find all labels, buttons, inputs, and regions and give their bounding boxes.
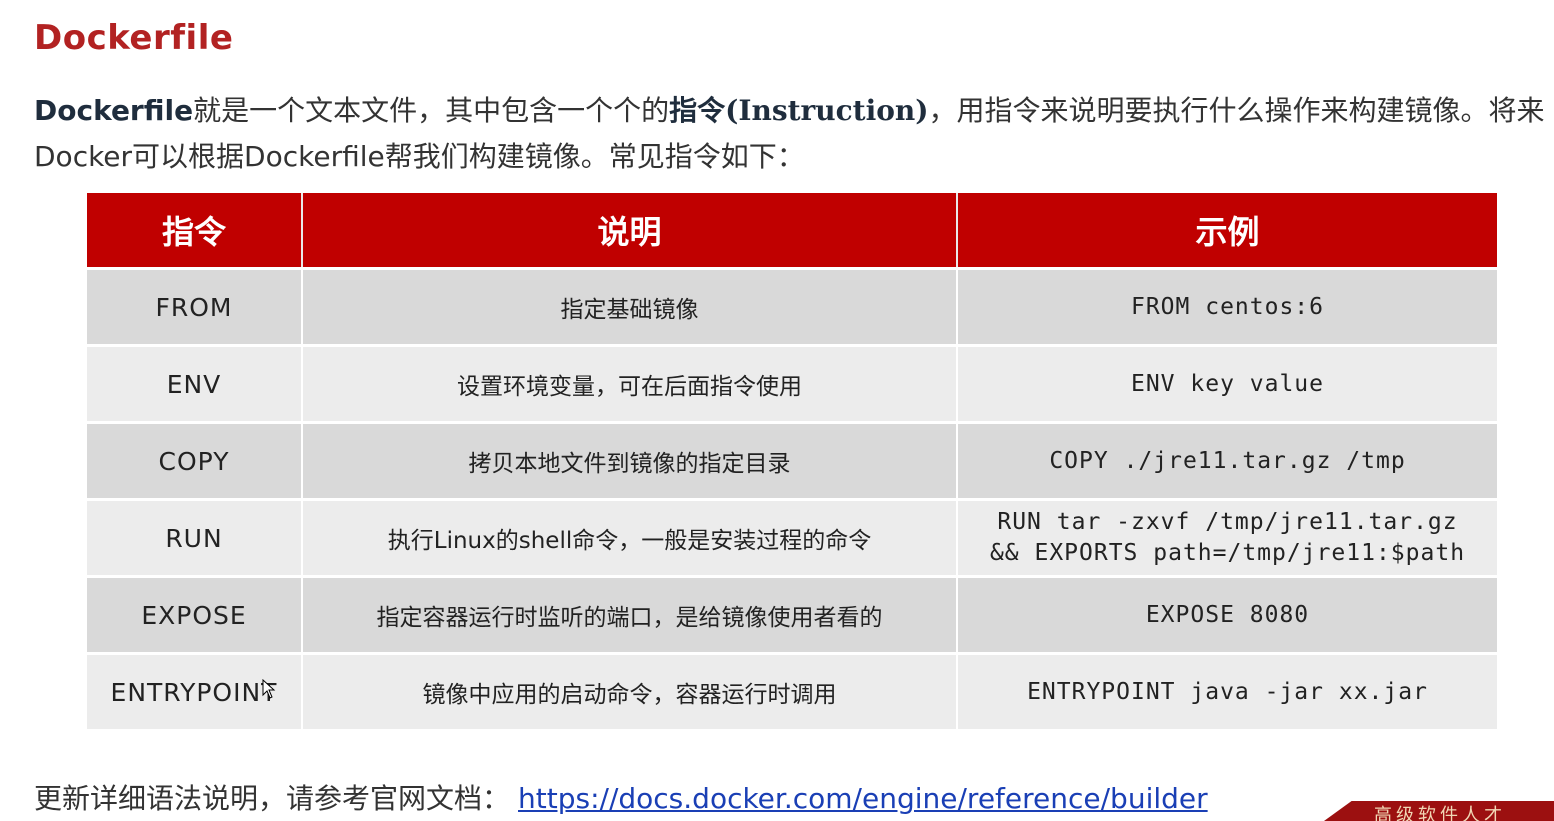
- cell-description: 指定基础镜像: [302, 267, 958, 346]
- table-row: ENV 设置环境变量，可在后面指令使用 ENV key value: [87, 344, 1497, 423]
- footer-text: 更新详细语法说明，请参考官网文档：: [34, 782, 511, 815]
- table-row: FROM 指定基础镜像 FROM centos:6: [87, 267, 1497, 346]
- cell-description: 镜像中应用的启动命令，容器运行时调用: [302, 652, 958, 729]
- cell-example: ENTRYPOINT java -jar xx.jar: [957, 652, 1497, 729]
- intro-text-1: 就是一个文本文件，其中包含一个个的: [193, 94, 670, 127]
- docs-link[interactable]: https://docs.docker.com/engine/reference…: [518, 782, 1208, 815]
- page-title: Dockerfile: [34, 18, 234, 58]
- cell-description: 设置环境变量，可在后面指令使用: [302, 344, 958, 423]
- mouse-cursor-icon: [262, 679, 276, 699]
- cell-example: ENV key value: [957, 344, 1497, 423]
- example-line: EXPOSE 8080: [1145, 601, 1310, 628]
- intro-paragraph: Dockerfile就是一个文本文件，其中包含一个个的指令(Instructio…: [34, 88, 1549, 180]
- cell-description: 执行Linux的shell命令，一般是安装过程的命令: [302, 498, 958, 577]
- cell-instruction: COPY: [87, 421, 303, 500]
- cell-example: RUN tar -zxvf /tmp/jre11.tar.gz && EXPOR…: [957, 498, 1497, 577]
- cell-instruction: ENV: [87, 344, 303, 423]
- instruction-table: 指令 说明 示例 FROM 指定基础镜像 FROM centos:6 ENV 设…: [87, 193, 1497, 729]
- cell-instruction: EXPOSE: [87, 575, 303, 654]
- example-line: ENV key value: [1130, 370, 1324, 397]
- header-example: 示例: [957, 193, 1497, 269]
- cell-description: 指定容器运行时监听的端口，是给镜像使用者看的: [302, 575, 958, 654]
- table-row: RUN 执行Linux的shell命令，一般是安装过程的命令 RUN tar -…: [87, 498, 1497, 577]
- table-header-row: 指令 说明 示例: [87, 193, 1497, 269]
- intro-lead: Dockerfile: [34, 94, 194, 127]
- example-line: FROM centos:6: [1130, 293, 1324, 320]
- cell-description: 拷贝本地文件到镜像的指定目录: [302, 421, 958, 500]
- table-row: COPY 拷贝本地文件到镜像的指定目录 COPY ./jre11.tar.gz …: [87, 421, 1497, 500]
- cell-example: COPY ./jre11.tar.gz /tmp: [957, 421, 1497, 500]
- cell-instruction: RUN: [87, 498, 303, 577]
- cell-instruction: FROM: [87, 267, 303, 346]
- example-line: && EXPORTS path=/tmp/jre11:$path: [989, 540, 1466, 566]
- intro-instruction-cn: 指令: [669, 94, 726, 127]
- example-line: COPY ./jre11.tar.gz /tmp: [1049, 447, 1406, 474]
- corner-logo-banner: 高级软件人才: [1324, 801, 1554, 821]
- cell-example: FROM centos:6: [957, 267, 1497, 346]
- table-row: EXPOSE 指定容器运行时监听的端口，是给镜像使用者看的 EXPOSE 808…: [87, 575, 1497, 654]
- header-description: 说明: [302, 193, 958, 269]
- table-row: ENTRYPOINT 镜像中应用的启动命令，容器运行时调用 ENTRYPOINT…: [87, 652, 1497, 729]
- intro-instruction-en: (Instruction): [725, 94, 929, 127]
- example-line: ENTRYPOINT java -jar xx.jar: [1027, 678, 1428, 705]
- example-line: RUN tar -zxvf /tmp/jre11.tar.gz: [997, 509, 1458, 535]
- footer-note: 更新详细语法说明，请参考官网文档： https://docs.docker.com…: [34, 777, 1208, 817]
- header-instruction: 指令: [87, 193, 303, 269]
- cell-example: EXPOSE 8080: [957, 575, 1497, 654]
